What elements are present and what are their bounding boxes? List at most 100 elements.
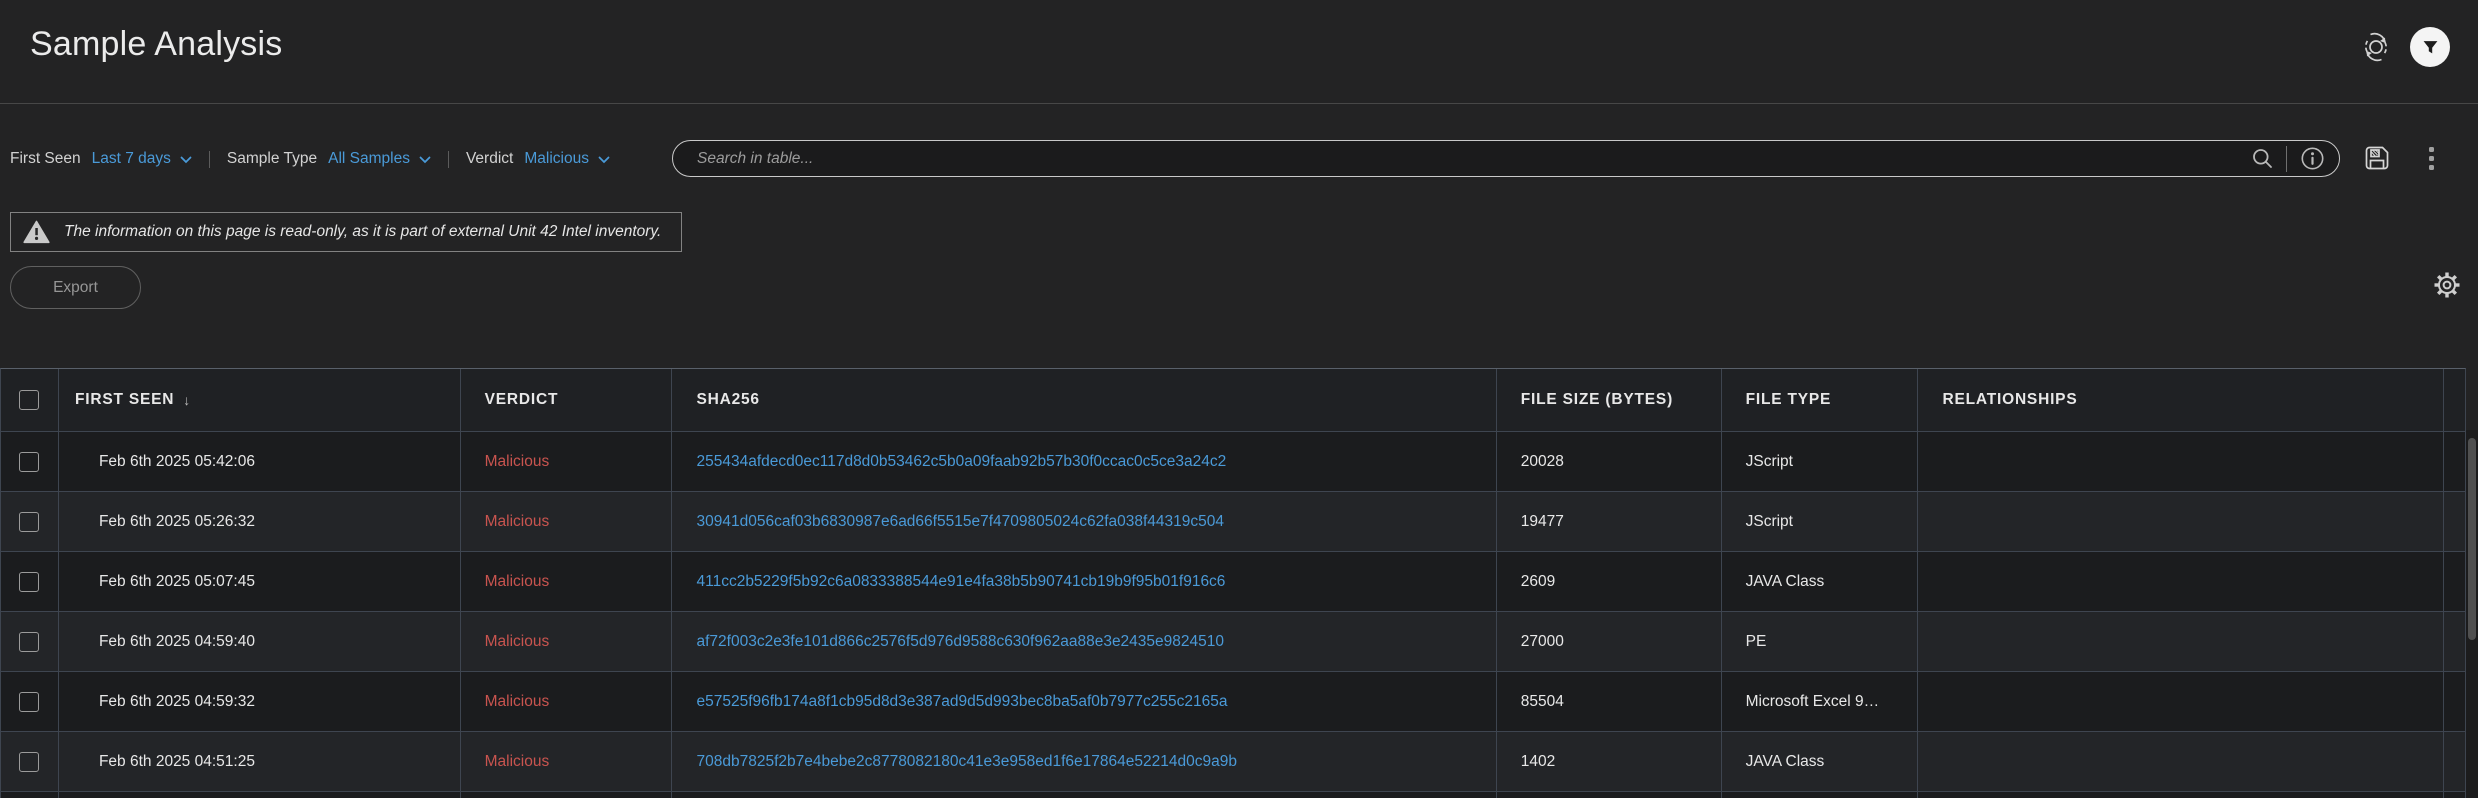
read-only-banner-text: The information on this page is read-onl… xyxy=(64,223,661,241)
column-label: FIRST SEEN xyxy=(75,391,174,409)
row-checkbox[interactable] xyxy=(19,692,39,712)
cell-file-type: PE xyxy=(1722,612,1919,671)
row-checkbox[interactable] xyxy=(19,572,39,592)
chevron-down-icon xyxy=(598,156,610,164)
sort-desc-icon: ↓ xyxy=(183,392,191,408)
filter-label-first-seen: First Seen xyxy=(10,150,81,168)
sha256-link[interactable]: 708db7825f2b7e4bebe2c8778082180c41e3e958… xyxy=(696,753,1236,771)
column-header-file-type[interactable]: FILE TYPE xyxy=(1722,369,1919,431)
column-label: FILE TYPE xyxy=(1746,391,1832,409)
cell-relationships xyxy=(1918,432,2444,491)
verdict-label: Malicious xyxy=(485,753,550,771)
filter-separator xyxy=(209,151,210,168)
verdict-label: Malicious xyxy=(485,633,550,651)
scrollbar-track xyxy=(2466,430,2478,798)
cell-verdict: Malicious xyxy=(461,672,673,731)
cell-empty xyxy=(461,792,673,798)
cell-sha256: e57525f96fb174a8f1cb95d8d3e387ad9d5d993b… xyxy=(672,672,1496,731)
sha256-link[interactable]: e57525f96fb174a8f1cb95d8d3e387ad9d5d993b… xyxy=(696,693,1227,711)
cell-sha256: 708db7825f2b7e4bebe2c8778082180c41e3e958… xyxy=(672,732,1496,791)
column-label: SHA256 xyxy=(696,391,759,409)
cell-relationships xyxy=(1918,732,2444,791)
sha256-link[interactable]: 255434afdecd0ec117d8d0b53462c5b0a09faab9… xyxy=(696,453,1226,471)
row-checkbox[interactable] xyxy=(19,512,39,532)
sample-type-dropdown-value: All Samples xyxy=(328,150,410,168)
cell-verdict: Malicious xyxy=(461,732,673,791)
warning-icon xyxy=(23,220,50,244)
cell-file-type: Microsoft Excel 9… xyxy=(1722,672,1919,731)
info-icon[interactable] xyxy=(2299,145,2326,172)
chevron-down-icon xyxy=(180,156,192,164)
page-title: Sample Analysis xyxy=(30,25,282,64)
cell-filler xyxy=(2444,612,2465,671)
verdict-label: Malicious xyxy=(485,453,550,471)
sha256-link[interactable]: 411cc2b5229f5b92c6a0833388544e91e4fa38b5… xyxy=(696,573,1225,591)
filter-separator xyxy=(448,151,449,168)
column-label: VERDICT xyxy=(485,391,559,409)
cell-select xyxy=(1,612,59,671)
gear-icon[interactable] xyxy=(2432,270,2462,300)
cell-file-type: JAVA Class xyxy=(1722,732,1919,791)
row-checkbox[interactable] xyxy=(19,752,39,772)
column-label: RELATIONSHIPS xyxy=(1942,391,2077,409)
cell-empty xyxy=(1918,792,2444,798)
row-checkbox[interactable] xyxy=(19,632,39,652)
filter-label-verdict: Verdict xyxy=(466,150,513,168)
cell-empty xyxy=(59,792,461,798)
cell-verdict: Malicious xyxy=(461,432,673,491)
verdict-dropdown-value: Malicious xyxy=(524,150,589,168)
cell-first-seen: Feb 6th 2025 05:42:06 xyxy=(59,432,461,491)
cell-empty xyxy=(1,792,59,798)
sample-type-dropdown[interactable]: All Samples xyxy=(328,150,431,168)
table-body: Feb 6th 2025 05:42:06 Malicious 255434afde… xyxy=(1,431,2465,798)
column-header-file-size[interactable]: FILE SIZE (BYTES) xyxy=(1497,369,1722,431)
chevron-down-icon xyxy=(419,156,431,164)
cell-sha256: 411cc2b5229f5b92c6a0833388544e91e4fa38b5… xyxy=(672,552,1496,611)
kebab-menu-icon[interactable] xyxy=(2424,143,2438,173)
table-row: Feb 6th 2025 04:51:25Malicious708db7825f… xyxy=(1,731,2465,791)
cell-empty xyxy=(2444,792,2465,798)
cell-file-size: 1402 xyxy=(1497,732,1722,791)
cell-select xyxy=(1,552,59,611)
cell-file-type: JAVA Class xyxy=(1722,552,1919,611)
column-header-first-seen[interactable]: FIRST SEEN ↓ xyxy=(59,369,461,431)
verdict-label: Malicious xyxy=(485,693,550,711)
column-header-relationships[interactable]: RELATIONSHIPS xyxy=(1918,369,2444,431)
cell-verdict: Malicious xyxy=(461,552,673,611)
column-header-sha256[interactable]: SHA256 xyxy=(672,369,1496,431)
vertical-scrollbar[interactable] xyxy=(2468,438,2476,640)
search-input[interactable] xyxy=(695,149,2251,169)
sha256-link[interactable]: af72f003c2e3fe101d866c2576f5d976d9588c63… xyxy=(696,633,1224,651)
cell-filler xyxy=(2444,672,2465,731)
verdict-label: Malicious xyxy=(485,513,550,531)
first-seen-dropdown[interactable]: Last 7 days xyxy=(92,150,192,168)
filter-bar: First Seen Last 7 days Sample Type All S… xyxy=(10,133,610,185)
cell-verdict: Malicious xyxy=(461,492,673,551)
cell-file-size: 2609 xyxy=(1497,552,1722,611)
first-seen-dropdown-value: Last 7 days xyxy=(92,150,171,168)
cell-sha256: af72f003c2e3fe101d866c2576f5d976d9588c63… xyxy=(672,612,1496,671)
header-select-cell xyxy=(1,369,59,431)
save-view-icon[interactable] xyxy=(2362,143,2392,173)
table-search xyxy=(672,140,2340,177)
funnel-icon xyxy=(2422,39,2439,56)
cell-sha256: 30941d056caf03b6830987e6ad66f5515e7f4709… xyxy=(672,492,1496,551)
sha256-link[interactable]: 30941d056caf03b6830987e6ad66f5515e7f4709… xyxy=(696,513,1224,531)
table-row: Feb 6th 2025 05:42:06 Malicious 255434afde… xyxy=(1,431,2465,491)
verdict-dropdown[interactable]: Malicious xyxy=(524,150,610,168)
profile-button[interactable] xyxy=(2410,27,2450,67)
cell-verdict: Malicious xyxy=(461,612,673,671)
row-checkbox[interactable] xyxy=(19,452,39,472)
table-row: Feb 6th 2025 04:59:32Maliciouse57525f96f… xyxy=(1,671,2465,731)
search-icon[interactable] xyxy=(2251,147,2274,170)
search-divider xyxy=(2286,146,2287,172)
refresh-icon[interactable] xyxy=(2360,31,2392,63)
export-button[interactable]: Export xyxy=(10,266,141,309)
cell-first-seen: Feb 6th 2025 05:07:45 xyxy=(59,552,461,611)
cell-empty xyxy=(1722,792,1919,798)
cell-file-type: JScript xyxy=(1722,492,1919,551)
cell-file-type: JScript xyxy=(1722,432,1919,491)
select-all-checkbox[interactable] xyxy=(19,390,39,410)
read-only-banner: The information on this page is read-onl… xyxy=(10,212,682,252)
column-header-verdict[interactable]: VERDICT xyxy=(461,369,673,431)
